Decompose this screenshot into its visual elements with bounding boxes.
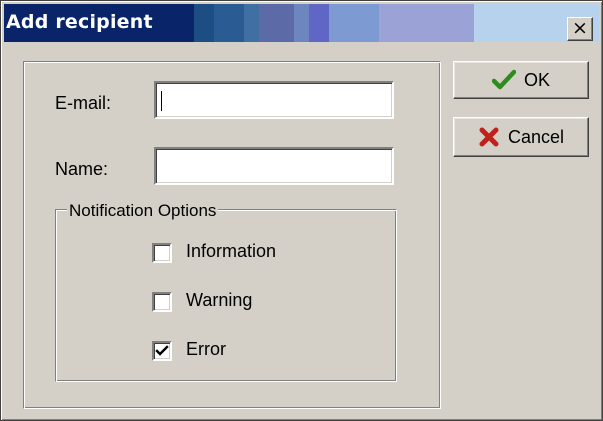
information-label[interactable]: Information xyxy=(186,241,276,262)
add-recipient-dialog: Add recipient × E-mail: Name: Notificati… xyxy=(0,0,603,421)
email-label: E-mail: xyxy=(55,93,112,113)
checkmark-icon xyxy=(491,69,516,91)
error-checkbox[interactable] xyxy=(152,341,172,361)
red-x-icon xyxy=(478,126,500,148)
email-field[interactable] xyxy=(154,81,394,119)
name-label: Name: xyxy=(55,159,109,179)
name-field[interactable] xyxy=(154,147,394,185)
close-icon: × xyxy=(572,16,588,39)
dialog-title: Add recipient xyxy=(6,11,153,33)
text-caret xyxy=(161,91,162,111)
title-bar[interactable]: Add recipient xyxy=(4,4,599,42)
cancel-button[interactable]: Cancel xyxy=(453,117,589,157)
notification-options-legend: Notification Options xyxy=(67,201,219,220)
close-button[interactable]: × xyxy=(567,17,593,41)
error-label[interactable]: Error xyxy=(186,339,226,360)
warning-label[interactable]: Warning xyxy=(186,290,252,311)
checkmark-glyph-icon xyxy=(155,345,169,356)
ok-button-label: OK xyxy=(523,69,550,90)
warning-checkbox[interactable] xyxy=(152,292,172,312)
information-checkbox[interactable] xyxy=(152,243,172,263)
ok-button[interactable]: OK xyxy=(453,61,589,99)
cancel-button-label: Cancel xyxy=(507,126,565,147)
